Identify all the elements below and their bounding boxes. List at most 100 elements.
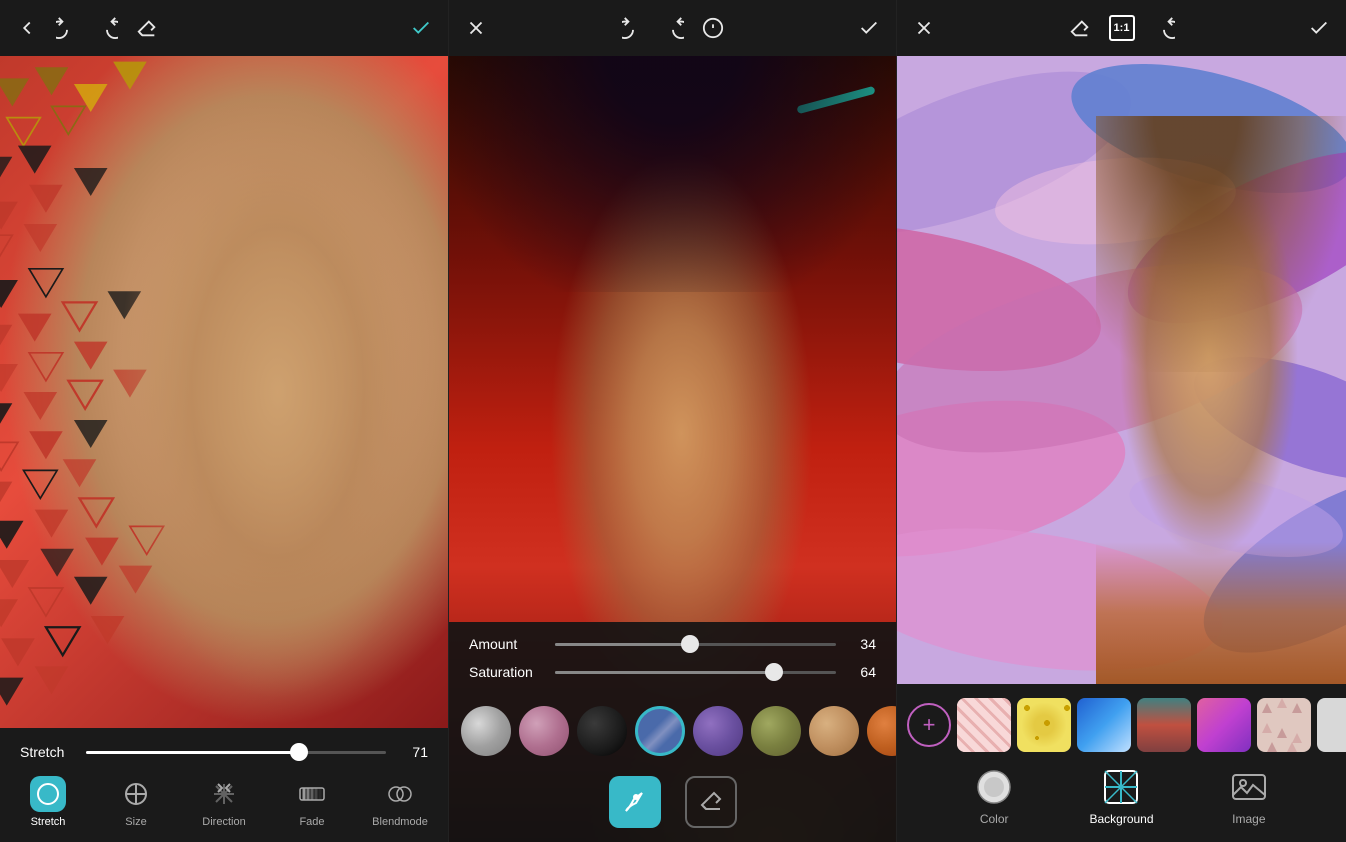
color-swatch-olive[interactable]: [751, 706, 801, 756]
bg-mode-image[interactable]: Image: [1230, 768, 1268, 826]
background-mode-label: Background: [1089, 812, 1153, 826]
bg-mode-row: Color Background: [897, 758, 1346, 836]
brush-button[interactable]: [609, 776, 661, 828]
color-presets-row: [449, 700, 896, 766]
color-swatch-orange[interactable]: [867, 706, 896, 756]
saturation-slider-thumb[interactable]: [765, 663, 783, 681]
tool-stretch-label: Stretch: [31, 816, 66, 828]
color-mode-icon: [975, 768, 1013, 806]
amount-slider-thumb[interactable]: [681, 635, 699, 653]
bg-mode-color[interactable]: Color: [975, 768, 1013, 826]
bg-swatch-red-landscape[interactable]: [1137, 698, 1191, 752]
size-icon: [118, 776, 154, 812]
refresh-button-panel3[interactable]: [1153, 17, 1175, 39]
sliders-section: Amount 34 Saturation 64: [449, 622, 896, 700]
saturation-value: 64: [848, 664, 876, 680]
add-background-button[interactable]: +: [907, 703, 951, 747]
fade-icon: [294, 776, 330, 812]
eraser-button-panel2[interactable]: [685, 776, 737, 828]
stretch-label: Stretch: [20, 744, 72, 760]
check-button-panel2[interactable]: [858, 17, 880, 39]
background-mode-icon: [1102, 768, 1140, 806]
stretch-slider-fill: [86, 751, 299, 754]
top-bar-panel3: 1:1: [897, 0, 1346, 56]
redo-button-panel1[interactable]: [96, 17, 118, 39]
top-bar-panel2: [449, 0, 896, 56]
top-bar-center-panel3: 1:1: [1069, 15, 1175, 41]
tool-blendmode[interactable]: Blendmode: [370, 776, 430, 828]
bg-swatch-blue-splash[interactable]: [1077, 698, 1131, 752]
tool-size[interactable]: Size: [106, 776, 166, 828]
close-button-panel2[interactable]: [465, 17, 487, 39]
clothing-p3: [1096, 542, 1346, 684]
image-area-panel3: [897, 56, 1346, 684]
saturation-slider-track[interactable]: [555, 671, 836, 674]
tool-stretch[interactable]: Stretch: [18, 776, 78, 828]
direction-icon: [206, 776, 242, 812]
image-area-panel1: [0, 56, 448, 728]
blendmode-icon: [382, 776, 418, 812]
saturation-label: Saturation: [469, 664, 543, 680]
top-bar-left-panel1: [16, 17, 158, 39]
tools-row-panel1: Stretch Size: [0, 768, 448, 838]
check-button-panel1[interactable]: [410, 17, 432, 39]
bottom-area-panel3: +: [897, 684, 1346, 842]
bg-swatch-pink-purple[interactable]: [1197, 698, 1251, 752]
stretch-value: 71: [400, 744, 428, 760]
bg-swatch-yellow-dots[interactable]: [1017, 698, 1071, 752]
check-button-panel3[interactable]: [1308, 17, 1330, 39]
photo-panel3: [897, 56, 1346, 684]
top-bar-panel1: [0, 0, 448, 56]
tool-size-label: Size: [125, 816, 146, 828]
redo-button-panel2[interactable]: [662, 17, 684, 39]
color-swatch-black[interactable]: [577, 706, 627, 756]
bottom-toolbar-panel1: Stretch 71 Stretch: [0, 728, 448, 842]
hair-top: [449, 56, 896, 292]
aspect-ratio-button[interactable]: 1:1: [1109, 15, 1135, 41]
color-swatch-mauve[interactable]: [519, 706, 569, 756]
eraser-button-panel3[interactable]: [1069, 17, 1091, 39]
top-bar-center-panel2: [622, 17, 724, 39]
face-gradient: [0, 56, 448, 728]
photo-panel1: [0, 56, 448, 728]
image-mode-label: Image: [1232, 812, 1265, 826]
undo-button-panel2[interactable]: [622, 17, 644, 39]
close-button-panel3[interactable]: [913, 17, 935, 39]
plus-icon: +: [923, 712, 936, 738]
tool-direction-label: Direction: [202, 816, 245, 828]
brush-tools-row: [449, 766, 896, 842]
tool-blendmode-label: Blendmode: [372, 816, 428, 828]
image-mode-icon: [1230, 768, 1268, 806]
bg-mode-background[interactable]: Background: [1089, 768, 1153, 826]
back-button-panel1[interactable]: [16, 17, 38, 39]
bg-presets-row: +: [897, 692, 1346, 758]
tool-direction[interactable]: Direction: [194, 776, 254, 828]
undo-button-panel1[interactable]: [56, 17, 78, 39]
bg-swatch-tri-pattern[interactable]: [1257, 698, 1311, 752]
color-swatch-tan[interactable]: [809, 706, 859, 756]
amount-slider-fill: [555, 643, 690, 646]
bottom-overlay-panel2: Amount 34 Saturation 64: [449, 622, 896, 842]
panel-1-stretch: Stretch 71 Stretch: [0, 0, 448, 842]
amount-label: Amount: [469, 636, 543, 652]
color-swatch-silver[interactable]: [461, 706, 511, 756]
tool-fade-label: Fade: [299, 816, 324, 828]
amount-slider-row: Amount 34: [469, 636, 876, 652]
hair-p3: [1096, 116, 1346, 372]
panel-3-background: 1:1: [896, 0, 1346, 842]
stretch-icon: [30, 776, 66, 812]
color-swatch-blue-stripe[interactable]: [635, 706, 685, 756]
color-swatch-purple[interactable]: [693, 706, 743, 756]
amount-value: 34: [848, 636, 876, 652]
saturation-slider-row: Saturation 64: [469, 664, 876, 680]
info-button-panel2[interactable]: [702, 17, 724, 39]
color-mode-label: Color: [980, 812, 1009, 826]
eraser-button-panel1[interactable]: [136, 17, 158, 39]
bg-swatch-pink-pattern[interactable]: [957, 698, 1011, 752]
bg-swatch-light-gray[interactable]: [1317, 698, 1346, 752]
stretch-slider-thumb[interactable]: [290, 743, 308, 761]
stretch-slider-row: Stretch 71: [0, 736, 448, 768]
stretch-slider-track[interactable]: [86, 751, 386, 754]
amount-slider-track[interactable]: [555, 643, 836, 646]
tool-fade[interactable]: Fade: [282, 776, 342, 828]
